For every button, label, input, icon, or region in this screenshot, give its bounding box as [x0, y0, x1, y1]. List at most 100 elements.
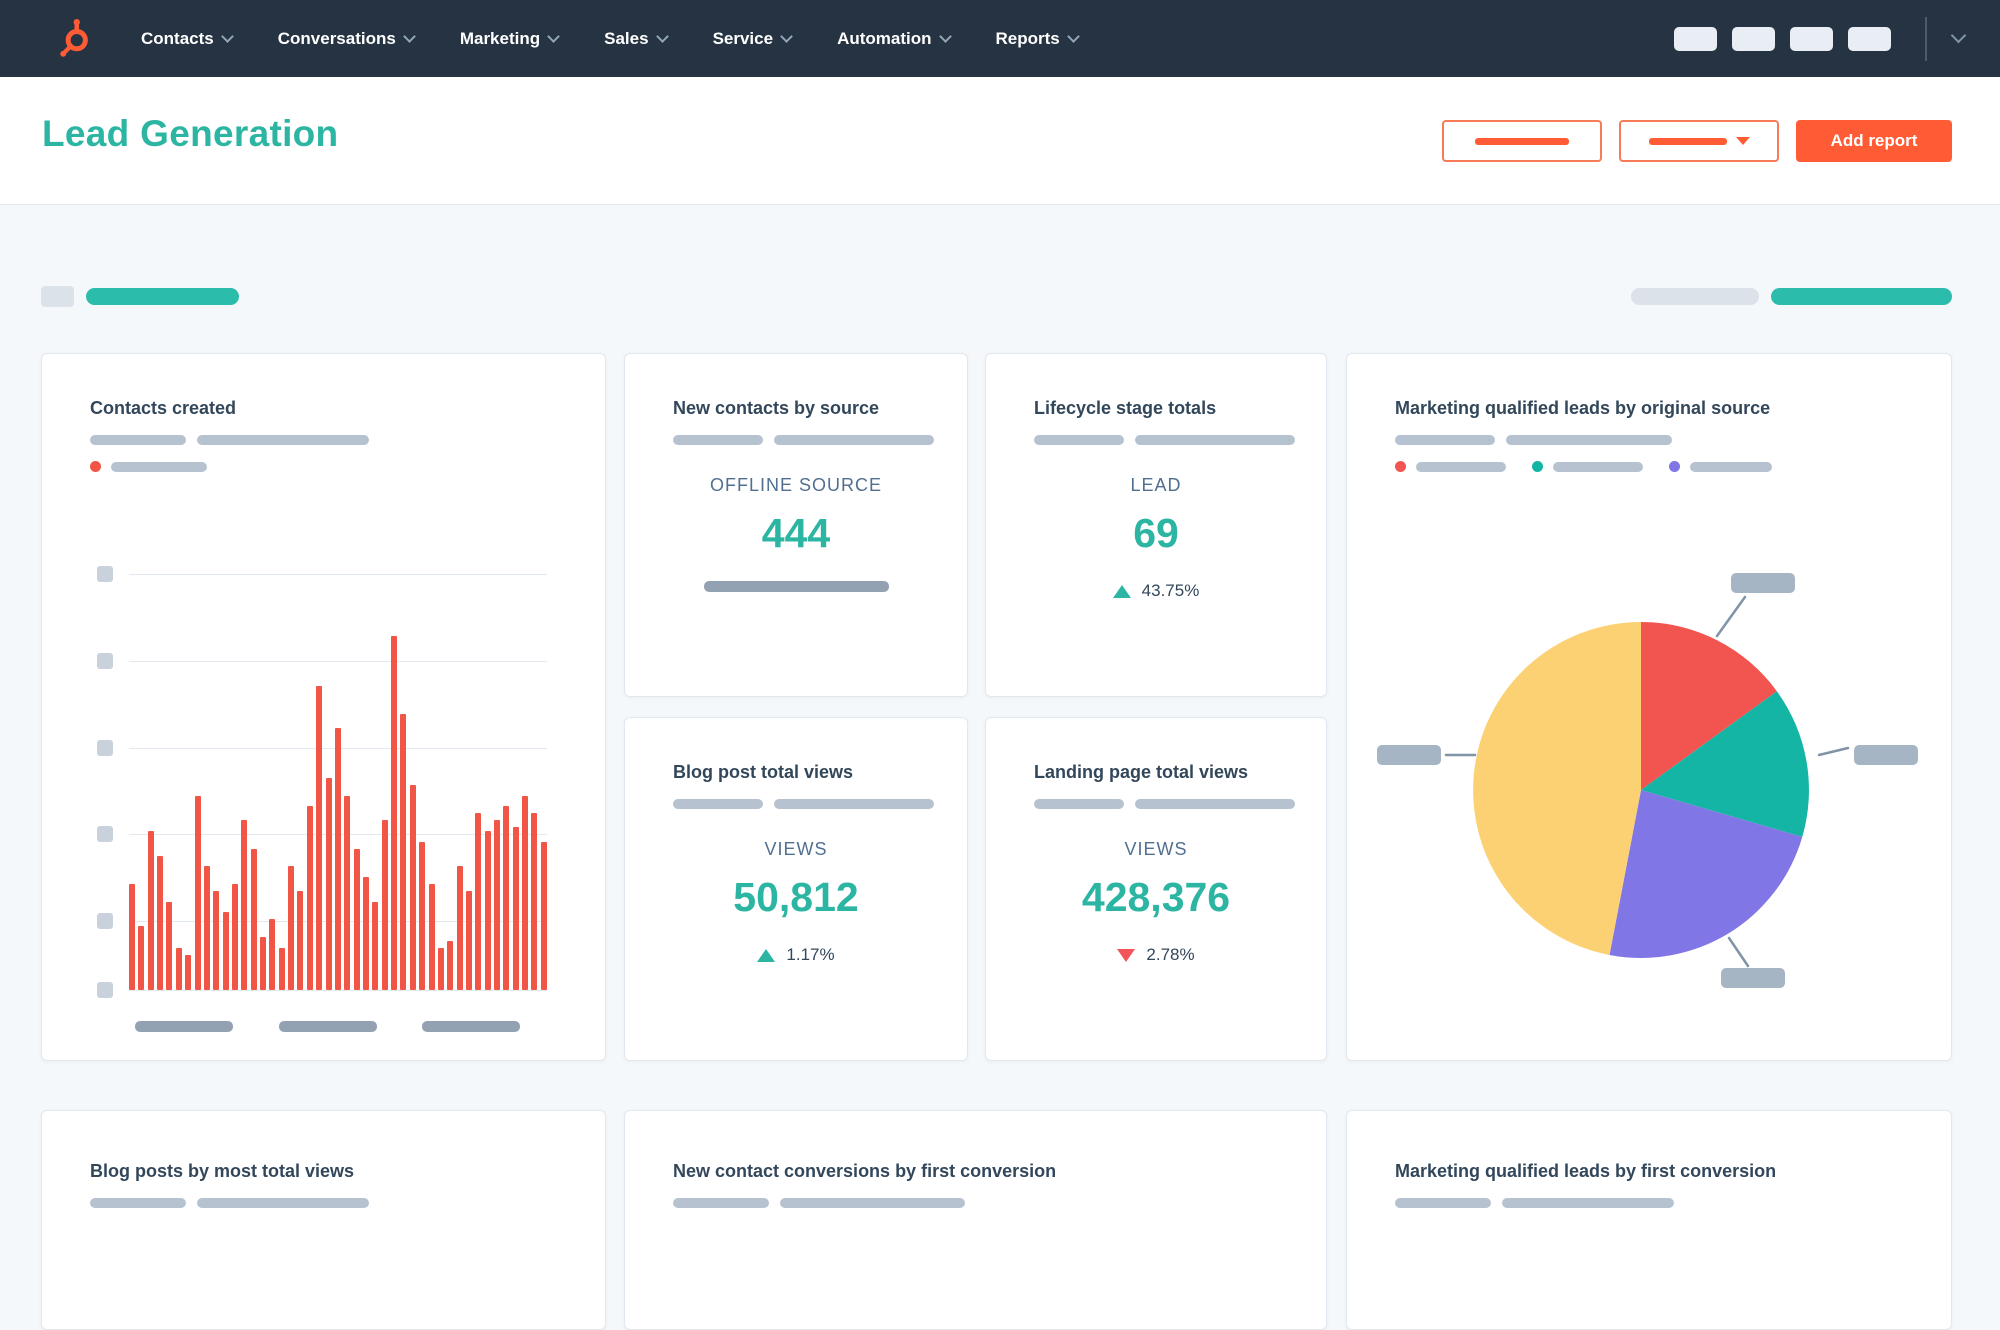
nav-item-marketing[interactable]: Marketing [437, 0, 581, 77]
nav-item-label: Sales [604, 28, 649, 48]
bar [456, 866, 463, 990]
bar [231, 883, 238, 990]
bar [465, 891, 472, 990]
chevron-down-icon [938, 29, 952, 43]
toolbar-icon-placeholder[interactable] [1732, 26, 1775, 51]
bar [288, 866, 295, 990]
page-title: Lead Generation [42, 113, 339, 154]
bar [334, 728, 341, 990]
toolbar-icon-placeholder[interactable] [1790, 26, 1833, 51]
bar [269, 919, 276, 990]
redacted-subtitle-row [673, 1198, 1326, 1208]
bar [475, 813, 482, 990]
bar [503, 806, 510, 990]
bar [353, 848, 360, 990]
card-title: Blog posts by most total views [90, 1161, 355, 1181]
bar [372, 901, 379, 990]
bar [316, 685, 323, 990]
bar [437, 947, 444, 990]
dashboard-action-button-redacted[interactable] [1442, 120, 1602, 162]
bar [540, 841, 547, 990]
delta-value: 2.78% [1146, 945, 1195, 964]
nav-item-label: Service [712, 28, 774, 48]
chevron-down-icon [1066, 29, 1080, 43]
bar-chart [42, 566, 607, 1044]
filter-icon-placeholder [41, 286, 74, 307]
redacted-button-label [1648, 137, 1727, 145]
card-title: Marketing qualified leads by original so… [1395, 398, 1771, 418]
redacted-legend-label [111, 461, 207, 472]
metric-label: VIEWS [1124, 839, 1188, 859]
redacted-subtitle-row [673, 799, 967, 809]
chart-legend [90, 461, 605, 472]
metric-label: OFFLINE SOURCE [709, 475, 883, 495]
y-axis-label-placeholder [97, 982, 113, 998]
bar [194, 795, 201, 990]
bar [447, 940, 454, 990]
bar [362, 876, 369, 990]
divider [1925, 16, 1927, 61]
bar-chart-bars [129, 574, 547, 990]
legend-dot-icon [1669, 461, 1680, 472]
redacted-legend-label [1416, 461, 1506, 472]
page-header: Lead Generation Add report [0, 77, 2000, 205]
redacted-subtitle-row [90, 1198, 605, 1208]
bar [175, 947, 182, 990]
bar [494, 820, 501, 990]
nav-item-contacts[interactable]: Contacts [118, 0, 255, 77]
card-blog-posts-by-most-total-views: Blog posts by most total views [41, 1110, 606, 1330]
chevron-down-icon [220, 29, 234, 43]
bar [278, 947, 285, 990]
nav-item-label: Conversations [277, 28, 396, 48]
legend-dot-icon [1395, 461, 1406, 472]
dashboard-filter-row [41, 286, 1952, 307]
y-axis-label-placeholder [97, 653, 113, 669]
metric-value: 69 [1133, 510, 1179, 556]
metric-label: LEAD [1130, 475, 1182, 495]
card-title: Contacts created [90, 398, 237, 418]
nav-item-sales[interactable]: Sales [581, 0, 689, 77]
bar [260, 936, 267, 990]
nav-item-label: Marketing [459, 28, 541, 48]
bar [381, 820, 388, 990]
chevron-down-icon [402, 29, 416, 43]
toolbar-icon-placeholder[interactable] [1674, 26, 1717, 51]
pie-chart [1377, 573, 1918, 988]
nav-item-label: Reports [995, 28, 1060, 48]
nav-menu: Contacts Conversations Marketing Sales S… [118, 0, 1101, 77]
nav-item-conversations[interactable]: Conversations [255, 0, 437, 77]
metric-delta: 2.78% [986, 945, 1326, 965]
bar [512, 827, 519, 990]
add-report-button[interactable]: Add report [1796, 120, 1952, 162]
nav-item-label: Contacts [141, 28, 214, 48]
filter-label-redacted [1631, 288, 1759, 305]
redacted-metric-footer [625, 581, 967, 592]
bar [297, 891, 304, 990]
card-mql-by-original-source: Marketing qualified leads by original so… [1346, 353, 1952, 1061]
nav-item-reports[interactable]: Reports [973, 0, 1101, 77]
delta-value: 43.75% [1141, 581, 1200, 600]
card-new-contact-conversions: New contact conversions by first convers… [624, 1110, 1327, 1330]
redacted-subtitle-row [1034, 435, 1326, 445]
bar [250, 848, 257, 990]
nav-item-service[interactable]: Service [690, 0, 815, 77]
y-axis-label-placeholder [97, 913, 113, 929]
nav-item-automation[interactable]: Automation [814, 0, 972, 77]
redacted-subtitle-row [1395, 435, 1951, 445]
dashboard-dropdown-button-redacted[interactable] [1619, 120, 1779, 162]
card-title: New contact conversions by first convers… [673, 1161, 1057, 1181]
y-axis-label-placeholder [97, 566, 113, 582]
x-axis-label-placeholder [279, 1021, 377, 1032]
hubspot-logo[interactable] [44, 11, 100, 67]
triangle-down-icon [1117, 948, 1136, 962]
toolbar-icon-placeholder[interactable] [1848, 26, 1891, 51]
redacted-subtitle-row [90, 435, 605, 445]
filter-link-redacted[interactable] [86, 288, 239, 305]
bar [213, 891, 220, 990]
header-actions: Add report [1442, 120, 1952, 162]
account-menu-chevron-icon[interactable] [1950, 27, 1967, 44]
filter-link-redacted[interactable] [1771, 288, 1952, 305]
card-blog-post-total-views: Blog post total views VIEWS 50,812 1.17% [624, 717, 968, 1061]
bar [484, 830, 491, 990]
y-axis-label-placeholder [97, 740, 113, 756]
